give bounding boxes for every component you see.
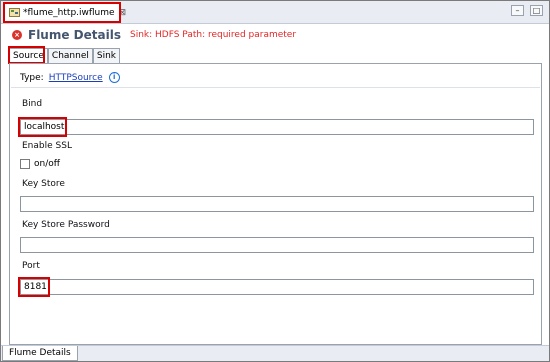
subtab-bar: Source Channel Sink: [9, 48, 121, 63]
type-row: Type: HTTPSource i: [20, 72, 120, 83]
divider: [11, 87, 540, 88]
editor-tab[interactable]: *flume_http.iwflume ⊠: [4, 3, 126, 21]
maximize-button[interactable]: □: [530, 5, 543, 16]
tab-flume-details[interactable]: Flume Details: [2, 346, 78, 361]
form-page-tabs: Flume Details: [1, 345, 549, 361]
window-controls: – □: [511, 5, 543, 16]
type-label: Type:: [20, 72, 44, 83]
tab-channel[interactable]: Channel: [47, 48, 93, 63]
form-header: × Flume Details Sink: HDFS Path: require…: [1, 24, 549, 46]
bind-label: Bind: [22, 99, 43, 109]
port-input[interactable]: 8181: [20, 279, 534, 295]
enable-ssl-label: Enable SSL: [22, 141, 72, 151]
minimize-button[interactable]: –: [511, 5, 524, 16]
ssl-checkbox-label: on/off: [34, 159, 60, 169]
info-icon[interactable]: i: [108, 72, 120, 83]
type-link[interactable]: HTTPSource: [49, 73, 103, 83]
page-title: Flume Details: [28, 28, 121, 42]
key-store-label: Key Store: [22, 179, 65, 189]
source-panel: Type: HTTPSource i Bind localhost Enable…: [9, 63, 542, 345]
editor-tab-title: *flume_http.iwflume: [23, 7, 115, 18]
port-label: Port: [22, 261, 40, 271]
bind-input[interactable]: localhost: [20, 119, 534, 135]
error-message: Sink: HDFS Path: required parameter: [129, 30, 297, 40]
flume-file-icon: [9, 7, 20, 18]
editor-window: *flume_http.iwflume ⊠ – □ × Flume Detail…: [0, 0, 550, 362]
key-store-password-label: Key Store Password: [22, 220, 110, 230]
key-store-input[interactable]: [20, 196, 534, 212]
tab-source[interactable]: Source: [9, 48, 48, 63]
ssl-checkbox[interactable]: [20, 159, 30, 169]
error-icon: ×: [12, 30, 22, 40]
tab-sink[interactable]: Sink: [92, 48, 121, 63]
ssl-checkbox-row[interactable]: on/off: [20, 159, 60, 169]
close-icon[interactable]: ⊠: [119, 8, 127, 18]
editor-tab-bar: *flume_http.iwflume ⊠ – □: [1, 1, 549, 24]
key-store-password-input[interactable]: [20, 237, 534, 253]
